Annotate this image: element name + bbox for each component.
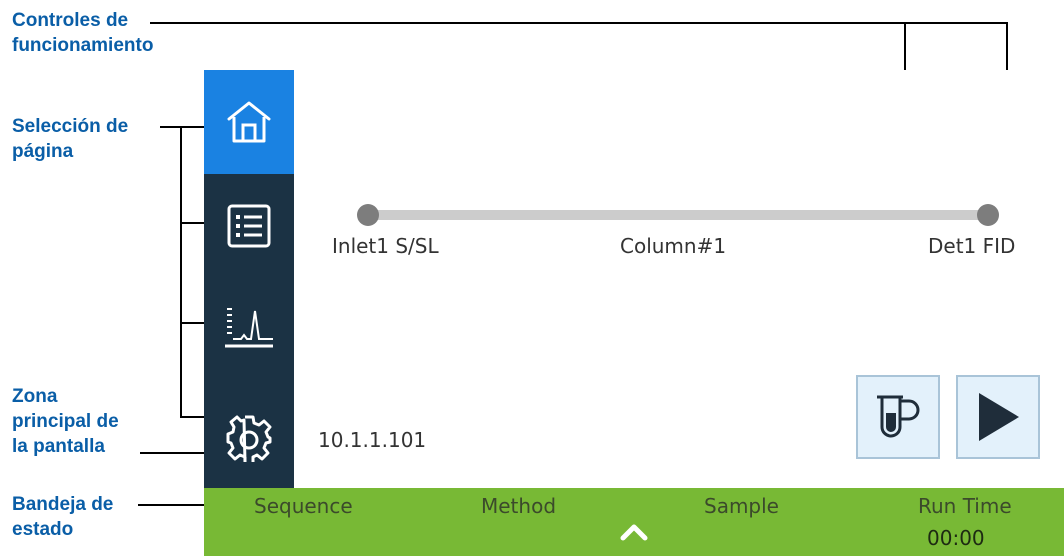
ip-address: 10.1.1.101	[318, 428, 427, 452]
leader-line	[138, 504, 206, 506]
inlet-label[interactable]: Inlet1 S/SL	[332, 234, 439, 258]
callout-page-selection: Selección de página	[12, 116, 129, 162]
play-icon	[979, 393, 1019, 441]
leader-line	[150, 22, 1008, 24]
nav-item-settings[interactable]	[204, 384, 294, 488]
run-time-value: 00:00	[927, 526, 985, 550]
status-tray: Sequence Method Sample Run Time 00:00	[204, 488, 1064, 556]
flow-path-line	[368, 210, 988, 220]
page-selection-sidebar	[204, 70, 294, 488]
nav-item-list[interactable]	[204, 174, 294, 278]
chromatogram-icon	[225, 308, 273, 348]
callout-operation-controls: Controles de funcionamiento	[12, 10, 154, 56]
chevron-up-icon	[620, 524, 648, 541]
vial-prep-run-icon	[877, 395, 920, 438]
status-tray-expand-button[interactable]	[619, 522, 649, 547]
nav-item-chromatogram[interactable]	[204, 274, 294, 378]
callout-status-tray: Bandeja de estado	[12, 494, 114, 540]
leader-line	[160, 126, 182, 128]
nav-item-home[interactable]	[204, 70, 294, 174]
sample-label: Sample	[704, 494, 779, 518]
gear-icon	[226, 415, 272, 462]
detector-label[interactable]: Det1 FID	[928, 234, 1015, 258]
home-icon	[227, 101, 271, 143]
inlet-node[interactable]	[357, 204, 379, 226]
method-label: Method	[481, 494, 557, 518]
leader-line	[180, 126, 182, 418]
list-icon	[227, 204, 271, 248]
callout-main-screen-area: Zona principal de la pantalla	[12, 386, 119, 457]
prep-run-button[interactable]	[856, 375, 940, 459]
run-time-label: Run Time	[918, 494, 1012, 518]
sequence-label: Sequence	[254, 494, 353, 518]
detector-node[interactable]	[977, 204, 999, 226]
start-run-button[interactable]	[956, 375, 1040, 459]
instrument-screen: Inlet1 S/SL Column#1 Det1 FID 10.1.1.101…	[204, 70, 1064, 556]
column-label[interactable]: Column#1	[620, 234, 726, 258]
